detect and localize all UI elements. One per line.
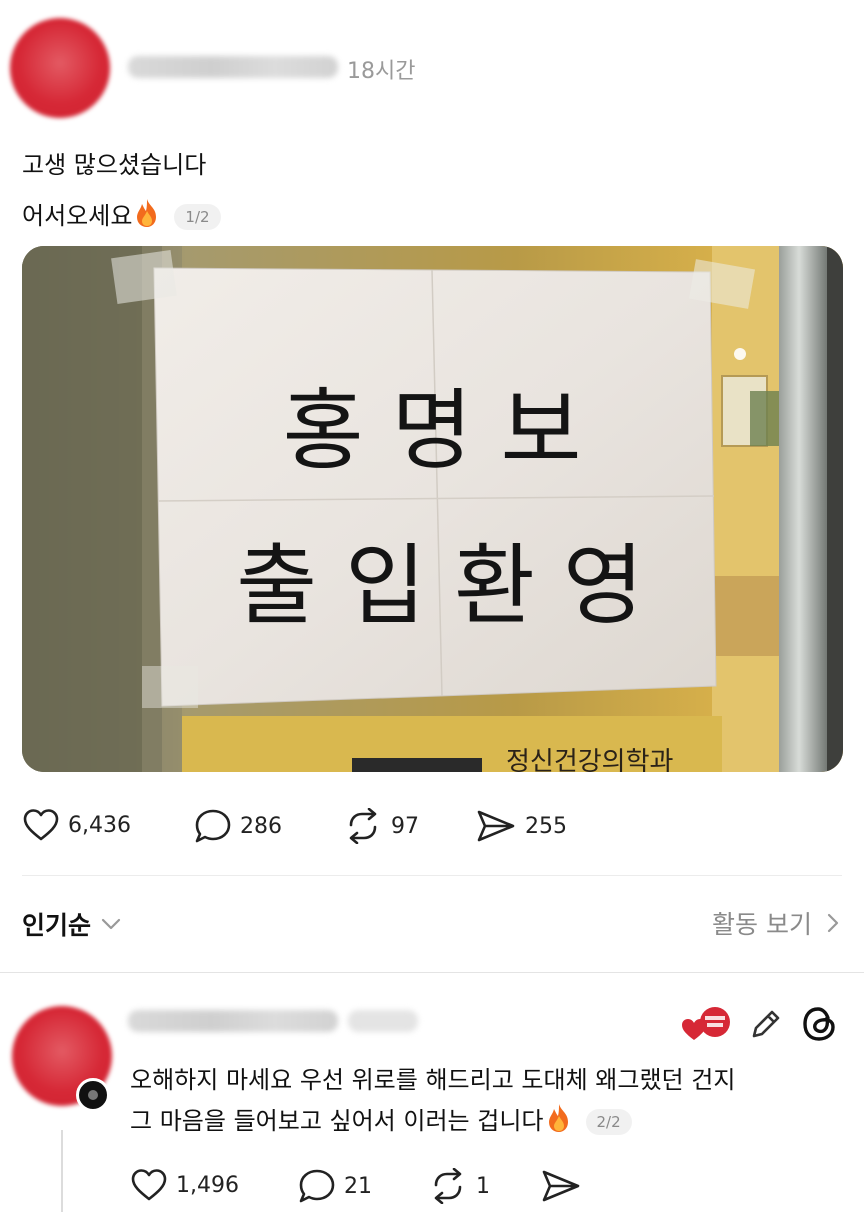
like-button[interactable]: 6,436 [22,808,131,842]
repost-icon [349,808,377,844]
post-timestamp: 18시간 [347,59,416,84]
threads-icon [803,1007,835,1041]
thread-line [61,1130,63,1212]
repost-count: 97 [391,813,419,839]
send-icon [542,1170,580,1202]
author-avatar[interactable] [10,18,110,118]
activity-link-label: 활동 보기 [712,910,812,939]
share-count: 255 [525,813,567,839]
reply-like-count: 1,496 [176,1172,239,1198]
reply-reply-button[interactable]: 21 [298,1168,372,1204]
reply-repost-button[interactable]: 1 [428,1168,490,1204]
comment-icon [195,809,231,843]
reply-text-line-2: 그 마음을 들어보고 싶어서 이러는 겁니다 2/2 [130,1101,632,1139]
post-page-indicator: 1/2 [174,204,221,230]
sort-label: 인기순 [22,911,92,940]
reply-text-line-2-label: 그 마음을 들어보고 싶어서 이러는 겁니다 [130,1107,544,1135]
sign-photo: 정신건강의학과 홍 명 보 출 입 환 영 [22,246,843,772]
pencil-icon [752,1010,780,1038]
chevron-down-icon [101,918,121,930]
like-count: 6,436 [68,812,131,838]
fire-icon [134,198,160,234]
reply-like-button[interactable]: 1,496 [130,1168,239,1202]
reply-repost-count: 1 [476,1173,490,1199]
logo-badge [680,1006,732,1044]
edit-button[interactable] [748,1006,784,1042]
more-icon [88,1090,98,1100]
sign-line-1: 홍 명 보 [283,379,582,482]
comment-icon [299,1169,335,1203]
reply-avatar-badge [76,1078,110,1112]
send-icon [477,810,515,842]
section-divider [0,972,864,973]
post-text-line-2-label: 어서오세요 [22,202,133,230]
heart-icon [131,1169,167,1201]
divider [22,875,842,876]
reply-reply-count: 21 [344,1173,372,1199]
fire-icon [546,1103,572,1139]
post-image[interactable]: 정신건강의학과 홍 명 보 출 입 환 영 [22,246,843,772]
reply-text-line-1: 오해하지 마세요 우선 위로를 해드리고 도대체 왜그랬던 건지 [130,1066,736,1094]
reply-share-button[interactable] [540,1168,590,1204]
threads-logo[interactable] [800,1004,840,1044]
sort-dropdown[interactable]: 인기순 [22,906,123,942]
heart-icon [23,809,59,841]
repost-icon [434,1168,462,1204]
reply-timestamp [348,1010,418,1032]
chevron-right-icon [827,913,839,933]
share-button[interactable]: 255 [475,808,567,844]
reply-page-indicator: 2/2 [585,1109,632,1135]
repost-button[interactable]: 97 [343,808,419,844]
activity-link[interactable]: 활동 보기 [712,905,842,941]
post-text-line-1: 고생 많으셨습니다 [22,151,207,179]
author-username[interactable] [128,56,338,78]
reply-count: 286 [240,813,282,839]
reply-author-username[interactable] [128,1010,338,1032]
clinic-sign-text: 정신건강의학과 [506,747,674,772]
reply-button[interactable]: 286 [194,808,282,844]
sign-line-2: 출 입 환 영 [236,534,644,637]
post-text-line-2: 어서오세요 1/2 [22,196,221,234]
